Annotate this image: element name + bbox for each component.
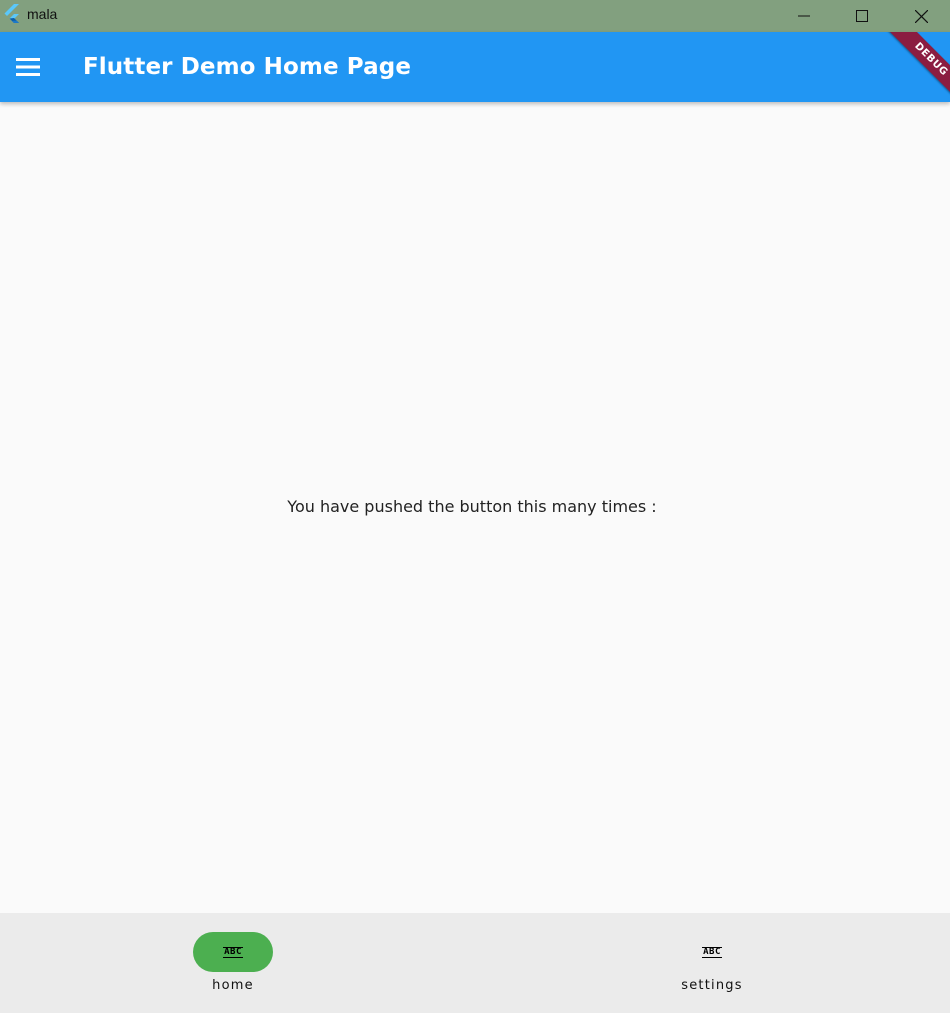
window-title: mala (27, 6, 58, 22)
bottom-navigation-bar: ABC home ABC settings (0, 913, 950, 1013)
maximize-icon (856, 10, 868, 22)
close-icon (914, 9, 928, 23)
nav-item-label: home (212, 978, 254, 993)
minimize-icon (798, 15, 810, 17)
menu-button[interactable] (8, 47, 48, 87)
nav-item-label: settings (681, 978, 743, 993)
nav-active-indicator: ABC (193, 932, 273, 972)
abc-icon: ABC (702, 946, 722, 958)
flutter-logo-icon (4, 4, 19, 23)
debug-banner: DEBUG (878, 32, 950, 102)
nav-indicator: ABC (672, 932, 752, 972)
debug-banner-label: DEBUG (912, 40, 950, 79)
app-bar: Flutter Demo Home Page DEBUG (0, 32, 950, 102)
maximize-button[interactable] (833, 0, 891, 32)
menu-icon (16, 58, 40, 76)
minimize-button[interactable] (775, 0, 833, 32)
nav-item-settings[interactable]: ABC settings (612, 913, 812, 1013)
abc-icon: ABC (223, 946, 243, 958)
counter-description: You have pushed the button this many tim… (287, 497, 657, 516)
page-title: Flutter Demo Home Page (83, 54, 412, 80)
close-button[interactable] (892, 0, 950, 32)
window-titlebar: mala (0, 0, 950, 32)
nav-item-home[interactable]: ABC home (133, 913, 333, 1013)
